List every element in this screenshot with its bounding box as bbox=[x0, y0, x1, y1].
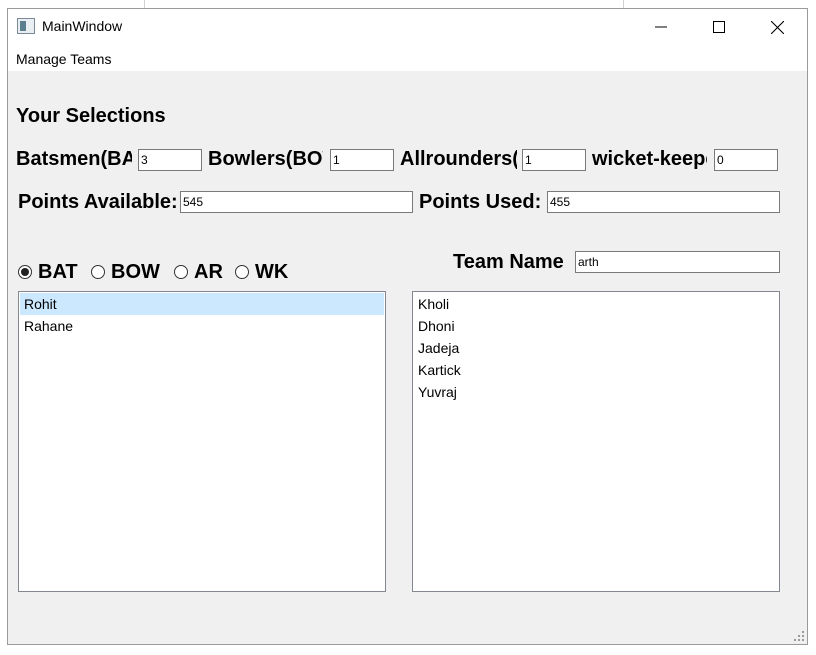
team-name-field[interactable]: arth bbox=[575, 251, 780, 273]
app-window-icon bbox=[17, 18, 35, 34]
bowlers-count-field[interactable]: 1 bbox=[330, 149, 394, 171]
background-divider bbox=[144, 0, 145, 8]
maximize-button[interactable] bbox=[696, 9, 742, 45]
window-title: MainWindow bbox=[42, 18, 123, 34]
bowlers-label: Bowlers(BOW) bbox=[208, 148, 323, 170]
list-item[interactable]: Kartick bbox=[414, 359, 778, 381]
list-item[interactable]: Rahane bbox=[20, 315, 384, 337]
radio-ar[interactable]: AR bbox=[174, 260, 223, 284]
list-item[interactable]: Kholi bbox=[414, 293, 778, 315]
radio-unselected-icon bbox=[91, 265, 105, 279]
allrounders-count-field[interactable]: 1 bbox=[522, 149, 586, 171]
radio-ar-label: AR bbox=[194, 260, 223, 283]
team-name-label: Team Name bbox=[453, 251, 564, 273]
close-button[interactable] bbox=[754, 9, 800, 45]
list-item[interactable]: Rohit bbox=[20, 293, 384, 315]
menu-bar: Manage Teams bbox=[8, 45, 807, 71]
minimize-icon bbox=[655, 26, 667, 28]
available-players-list[interactable]: Rohit Rahane bbox=[18, 291, 386, 592]
allrounders-label: Allrounders(AR) bbox=[400, 148, 517, 170]
wicketkeepers-label: wicket-keeper(WK) bbox=[592, 148, 707, 170]
radio-bow-label: BOW bbox=[111, 260, 160, 283]
background-strip bbox=[0, 0, 816, 8]
wicketkeepers-count-field[interactable]: 0 bbox=[714, 149, 778, 171]
resize-grip-icon[interactable] bbox=[794, 631, 804, 641]
radio-bow[interactable]: BOW bbox=[91, 260, 160, 284]
radio-unselected-icon bbox=[235, 265, 249, 279]
minimize-button[interactable] bbox=[638, 9, 684, 45]
title-bar[interactable]: MainWindow bbox=[8, 9, 807, 45]
radio-wk-label: WK bbox=[255, 260, 289, 283]
background-divider bbox=[623, 0, 624, 8]
radio-bat[interactable]: BAT bbox=[18, 260, 78, 284]
points-available-label: Points Available: bbox=[18, 191, 178, 213]
points-used-field[interactable]: 455 bbox=[547, 191, 780, 213]
batsmen-label: Batsmen(BAT) bbox=[16, 148, 132, 170]
close-icon bbox=[770, 20, 784, 34]
list-item[interactable]: Yuvraj bbox=[414, 381, 778, 403]
batsmen-count-field[interactable]: 3 bbox=[138, 149, 202, 171]
selections-heading: Your Selections bbox=[16, 105, 166, 127]
list-item[interactable]: Jadeja bbox=[414, 337, 778, 359]
selected-players-list[interactable]: Kholi Dhoni Jadeja Kartick Yuvraj bbox=[412, 291, 780, 592]
menu-manage-teams[interactable]: Manage Teams bbox=[16, 51, 111, 67]
radio-selected-icon bbox=[18, 265, 32, 279]
radio-bat-label: BAT bbox=[38, 260, 78, 283]
maximize-icon bbox=[713, 21, 725, 33]
points-available-field[interactable]: 545 bbox=[180, 191, 413, 213]
points-used-label: Points Used: bbox=[419, 191, 542, 213]
list-item[interactable]: Dhoni bbox=[414, 315, 778, 337]
radio-wk[interactable]: WK bbox=[235, 260, 288, 284]
main-window: MainWindow Manage Teams Your Selections … bbox=[7, 8, 808, 645]
radio-unselected-icon bbox=[174, 265, 188, 279]
